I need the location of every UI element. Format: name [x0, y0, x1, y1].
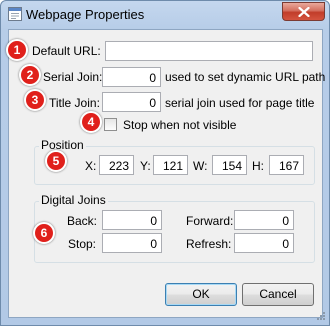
stop-when-not-visible-label: Stop when not visible: [123, 118, 237, 132]
cancel-button[interactable]: Cancel: [242, 283, 314, 306]
stop-label: Stop:: [68, 237, 97, 251]
callout-badge-1: 1: [6, 39, 28, 61]
default-url-label: Default URL:: [32, 44, 101, 58]
title-bar[interactable]: Webpage Properties: [1, 1, 329, 28]
back-label: Back:: [67, 214, 98, 228]
title-join-field[interactable]: [102, 92, 161, 112]
serial-join-hint: used to set dynamic URL path: [165, 70, 326, 84]
position-y-field[interactable]: [153, 155, 188, 175]
refresh-label: Refresh:: [186, 237, 232, 251]
position-h-field[interactable]: [269, 155, 304, 175]
forward-label: Forward:: [186, 214, 234, 228]
serial-join-field[interactable]: [102, 67, 161, 87]
window-title: Webpage Properties: [26, 7, 145, 22]
title-join-label: Title Join:: [49, 96, 100, 110]
position-x-field[interactable]: [99, 155, 134, 175]
position-y-label: Y:: [140, 159, 151, 173]
default-url-field[interactable]: [105, 41, 313, 61]
resize-grip-icon[interactable]: [314, 311, 326, 323]
webpage-properties-icon: [8, 7, 22, 21]
callout-badge-4: 4: [80, 111, 102, 133]
digital-joins-group-legend: Digital Joins: [39, 193, 108, 207]
dialog-body: Default URL: Serial Join: used to set dy…: [8, 29, 326, 318]
callout-badge-6: 6: [33, 222, 55, 244]
stop-join-field[interactable]: [102, 233, 162, 253]
back-join-field[interactable]: [102, 210, 162, 230]
position-w-field[interactable]: [212, 155, 247, 175]
close-button[interactable]: [282, 2, 325, 21]
position-x-label: X:: [85, 159, 97, 173]
callout-badge-2: 2: [19, 64, 41, 86]
stop-when-not-visible-checkbox[interactable]: [104, 118, 117, 131]
forward-join-field[interactable]: [234, 210, 294, 230]
position-w-label: W:: [193, 159, 208, 173]
serial-join-label: Serial Join:: [43, 70, 103, 84]
callout-badge-5: 5: [45, 150, 67, 172]
title-join-hint: serial join used for page title: [165, 96, 315, 110]
position-h-label: H:: [252, 159, 264, 173]
refresh-join-field[interactable]: [234, 233, 294, 253]
ok-button[interactable]: OK: [165, 283, 237, 306]
callout-badge-3: 3: [24, 89, 46, 111]
position-group-legend: Position: [39, 138, 86, 152]
close-icon: [298, 7, 310, 17]
